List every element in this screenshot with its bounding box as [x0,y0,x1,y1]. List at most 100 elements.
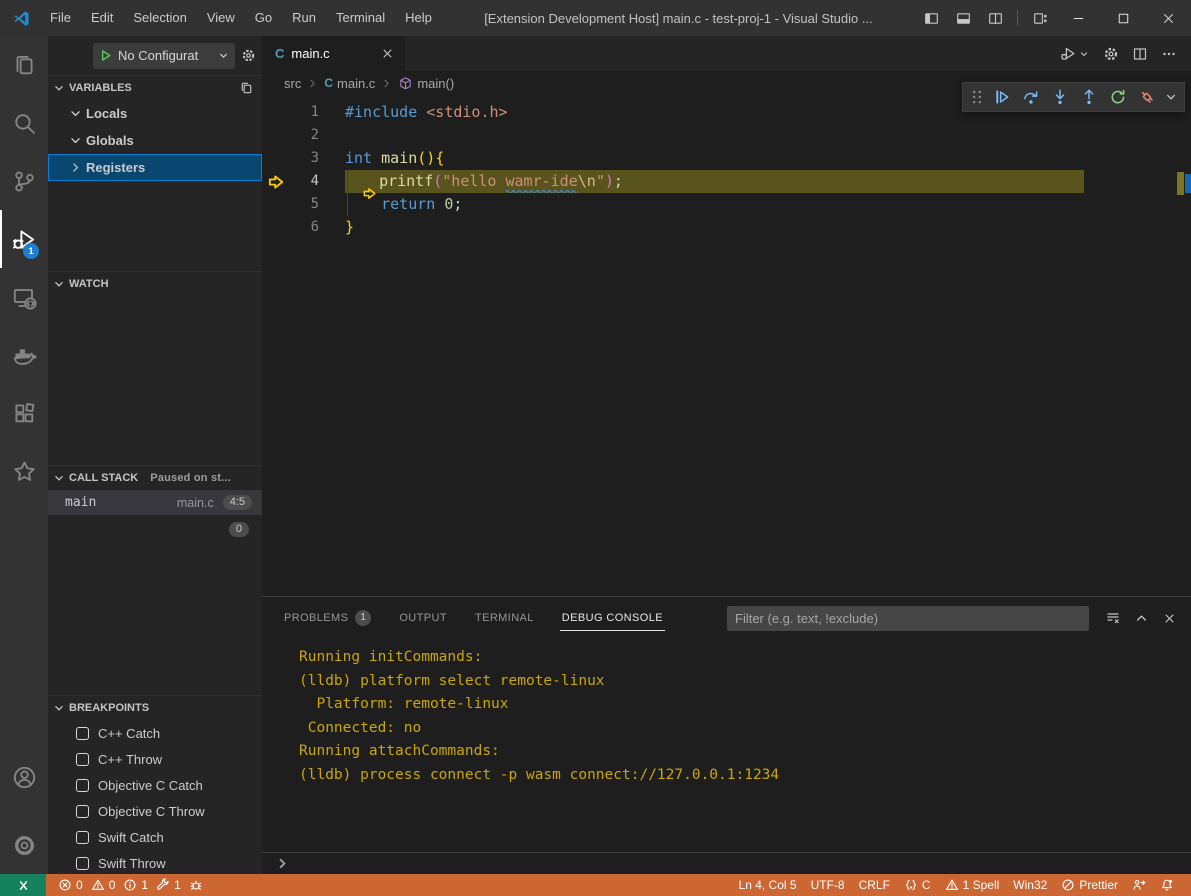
gutter-glyph-margin[interactable] [262,216,290,239]
maximize-panel-icon[interactable] [1134,611,1149,626]
status-debug-status[interactable] [185,874,207,896]
breakpoint-checkbox[interactable] [76,857,89,870]
step-out-button[interactable] [1076,84,1102,110]
breadcrumb-item-1[interactable]: src [284,76,301,91]
layout-sidebar-toggle[interactable] [915,0,947,36]
stack-frame-row[interactable]: mainmain.c4:5 [48,490,262,515]
code-line-5[interactable]: 5 return 0; [262,193,1191,216]
panel-tab-terminal[interactable]: TERMINAL [473,606,536,631]
activity-remote-explorer[interactable] [0,268,48,326]
variables-item-locals[interactable]: Locals [48,100,262,127]
activity-source-control[interactable] [0,152,48,210]
activity-settings[interactable] [0,816,48,874]
code-text[interactable]: #include <stdio.h> [345,101,508,124]
code-text[interactable]: printf("hello wamr-ide\n"); [345,170,623,193]
gutter-glyph-margin[interactable] [262,170,290,193]
breadcrumb-item-3[interactable]: main() [398,76,454,91]
panel-tab-debug-console[interactable]: DEBUG CONSOLE [560,606,665,631]
menu-view[interactable]: View [197,0,245,36]
panel-tab-output[interactable]: OUTPUT [397,606,449,631]
breakpoint-row[interactable]: C++ Catch [48,720,262,746]
status-language-mode[interactable]: C [897,874,938,896]
tab-main-c[interactable]: C main.c [262,36,405,71]
breakpoint-checkbox[interactable] [76,831,89,844]
console-filter-input[interactable] [727,606,1089,631]
copy-value-icon[interactable] [239,81,254,96]
status-platform[interactable]: Win32 [1006,874,1054,896]
close-tab-icon[interactable] [380,46,395,61]
code-line-6[interactable]: 6} [262,216,1191,239]
status-tasks[interactable]: 1 [152,874,185,896]
activity-extensions[interactable] [0,384,48,442]
code-line-2[interactable]: 2 [262,124,1191,147]
activity-run-and-debug[interactable]: 1 [0,210,48,268]
gutter-glyph-margin[interactable] [262,193,290,216]
gutter-glyph-margin[interactable] [262,147,290,170]
settings-gear-icon[interactable] [1103,46,1119,62]
menu-selection[interactable]: Selection [123,0,196,36]
breakpoint-checkbox[interactable] [76,727,89,740]
disconnect-button[interactable] [1134,84,1160,110]
menu-edit[interactable]: Edit [81,0,123,36]
variables-item-globals[interactable]: Globals [48,127,262,154]
layout-customize-toggle[interactable] [1024,0,1056,36]
start-debug-icon[interactable] [98,48,113,63]
continue-button[interactable] [989,84,1015,110]
step-over-button[interactable] [1018,84,1044,110]
variables-item-registers[interactable]: Registers [48,154,262,181]
status-cursor-position[interactable]: Ln 4, Col 5 [732,874,804,896]
configure-gear-icon[interactable] [241,48,256,63]
status-notifications[interactable] [1153,874,1181,896]
breakpoint-row[interactable]: C++ Throw [48,746,262,772]
status-encoding[interactable]: UTF-8 [804,874,852,896]
code-line-3[interactable]: 3int main(){ [262,147,1191,170]
panel-tab-problems[interactable]: PROBLEMS1 [282,604,373,633]
code-line-4[interactable]: 4 printf("hello wamr-ide\n"); [262,170,1191,193]
status-prettier[interactable]: Prettier [1054,874,1125,896]
clear-console-icon[interactable] [1105,610,1121,626]
status-warnings[interactable]: 0 [87,874,120,896]
watch-header[interactable]: WATCH [48,272,262,296]
more-sessions-button[interactable] [1163,84,1179,110]
run-or-debug-button[interactable] [1060,45,1090,62]
breakpoint-row[interactable]: Swift Throw [48,850,262,874]
restart-button[interactable] [1105,84,1131,110]
menu-file[interactable]: File [40,0,81,36]
breakpoint-checkbox[interactable] [76,779,89,792]
menu-run[interactable]: Run [282,0,326,36]
step-into-button[interactable] [1047,84,1073,110]
breakpoint-row[interactable]: Objective C Throw [48,798,262,824]
activity-docker[interactable] [0,326,48,384]
more-actions-icon[interactable] [1161,46,1177,62]
activity-search[interactable] [0,94,48,152]
menu-go[interactable]: Go [245,0,282,36]
breadcrumb-item-2[interactable]: Cmain.c [324,76,375,91]
breakpoint-row[interactable]: Swift Catch [48,824,262,850]
status-spell-checker[interactable]: 1 Spell [938,874,1007,896]
activity-star[interactable] [0,442,48,500]
breakpoint-checkbox[interactable] [76,753,89,766]
activity-explorer[interactable] [0,36,48,94]
breakpoint-row[interactable]: Objective C Catch [48,772,262,798]
code-text[interactable]: int main(){ [345,147,444,170]
split-editor-icon[interactable] [1132,46,1148,62]
status-eol[interactable]: CRLF [852,874,897,896]
menu-terminal[interactable]: Terminal [326,0,395,36]
maximize-button[interactable] [1101,0,1146,36]
remote-indicator[interactable] [0,874,46,896]
activity-accounts[interactable] [0,748,48,806]
code-editor[interactable]: 1#include <stdio.h>23int main(){4 printf… [262,95,1191,596]
close-panel-icon[interactable] [1162,611,1177,626]
close-button[interactable] [1146,0,1191,36]
gutter-glyph-margin[interactable] [262,124,290,147]
launch-config-dropdown[interactable]: No Configurat [93,43,235,69]
menu-help[interactable]: Help [395,0,442,36]
call-stack-header[interactable]: CALL STACK Paused on st... [48,466,262,490]
variables-header[interactable]: VARIABLES [48,76,262,100]
code-text[interactable]: } [345,216,354,239]
status-feedback[interactable] [1125,874,1153,896]
code-text[interactable]: return 0; [345,193,462,216]
status-errors[interactable]: 0 [54,874,87,896]
status-infos[interactable]: 1 [119,874,152,896]
layout-columns-toggle[interactable] [979,0,1011,36]
